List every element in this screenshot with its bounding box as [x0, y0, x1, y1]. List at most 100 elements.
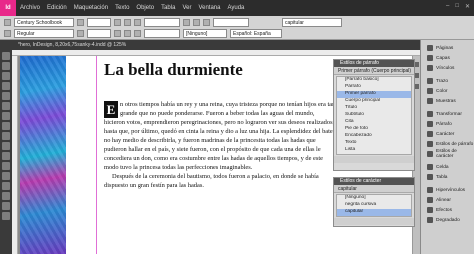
font-size-field[interactable] — [87, 18, 111, 27]
scale-field[interactable] — [213, 18, 249, 27]
align-right-icon[interactable] — [203, 19, 210, 26]
app-logo: Id — [0, 0, 16, 16]
panel-footer — [334, 156, 414, 163]
dock-item-tabla[interactable]: Tabla — [421, 172, 474, 182]
small-caps-icon[interactable] — [114, 30, 121, 37]
list-item[interactable]: [Párrafo básico] — [337, 77, 411, 84]
list-item[interactable]: Párrafo — [337, 84, 411, 91]
direct-selection-tool-icon[interactable] — [2, 62, 10, 70]
zoom-tool-icon[interactable] — [2, 212, 10, 220]
strikethrough-icon[interactable] — [124, 19, 131, 26]
pencil-tool-icon[interactable] — [2, 122, 10, 130]
type-tool-icon[interactable] — [2, 92, 10, 100]
dock-item-degradado[interactable]: Degradado — [421, 215, 474, 225]
font-style-field[interactable]: Regular — [14, 29, 74, 38]
vertical-ruler[interactable] — [12, 56, 18, 254]
free-transform-tool-icon[interactable] — [2, 162, 10, 170]
gradient-tool-icon[interactable] — [2, 172, 10, 180]
paragraph-styles-icon — [427, 141, 433, 147]
list-item[interactable]: Cita — [337, 119, 411, 126]
list-item[interactable]: Texto — [337, 140, 411, 147]
list-item[interactable]: [Ninguno] — [337, 195, 411, 202]
dock-item-paginas[interactable]: Páginas — [421, 43, 474, 53]
list-item[interactable]: Pie de foto — [337, 126, 411, 133]
rectangle-tool-icon[interactable] — [2, 142, 10, 150]
kerning-field[interactable] — [144, 29, 180, 38]
dock-item-capas[interactable]: Capas — [421, 53, 474, 63]
dock-item-efectos[interactable]: Efectos — [421, 205, 474, 215]
none-field[interactable]: [Ninguno] — [183, 29, 227, 38]
list-item[interactable]: Título — [337, 105, 411, 112]
line-tool-icon[interactable] — [2, 102, 10, 110]
dock-item-vinculos[interactable]: Vínculos — [421, 63, 474, 73]
list-item-selected[interactable]: Primer párrafo — [337, 91, 411, 98]
dock-item-trazo[interactable]: Trazo — [421, 76, 474, 86]
menu-tabla[interactable]: Tabla — [161, 5, 175, 11]
page-tool-icon[interactable] — [2, 72, 10, 80]
note-tool-icon[interactable] — [2, 182, 10, 190]
selection-tool-icon[interactable] — [2, 52, 10, 60]
close-button[interactable]: ✕ — [465, 3, 470, 10]
dock-item-muestras[interactable]: Muestras — [421, 96, 474, 106]
menu-ver[interactable]: Ver — [182, 5, 191, 11]
menu-edicion[interactable]: Edición — [47, 5, 67, 11]
minimize-button[interactable]: – — [446, 3, 449, 10]
story-text-frame[interactable]: En otros tiempos había un rey y una rein… — [104, 100, 336, 190]
leading-field[interactable] — [87, 29, 111, 38]
scissors-tool-icon[interactable] — [2, 152, 10, 160]
rectangle-frame-tool-icon[interactable] — [2, 132, 10, 140]
tracking-field[interactable] — [144, 18, 180, 27]
paragraph-styles-title[interactable]: Estilos de párrafo — [334, 60, 414, 67]
font-family-field[interactable]: Century Schoolbook — [14, 18, 74, 27]
character-style-field[interactable]: capitular — [282, 18, 342, 27]
character-styles-title[interactable]: Estilos de carácter — [334, 178, 414, 185]
menu-archivo[interactable]: Archivo — [20, 5, 40, 11]
dock-item-hipervinculos[interactable]: Hipervínculos — [421, 185, 474, 195]
paragraph-styles-list: [Párrafo básico] Párrafo Primer párrafo … — [336, 76, 412, 155]
menu-ayuda[interactable]: Ayuda — [227, 5, 244, 11]
dock-item-color[interactable]: Color — [421, 86, 474, 96]
tools-panel — [0, 50, 12, 254]
menu-objeto[interactable]: Objeto — [136, 5, 154, 11]
list-item[interactable]: Lista — [337, 147, 411, 154]
menu-bar: Archivo Edición Maquetación Texto Objeto… — [16, 0, 474, 16]
dock-item-transformar[interactable]: Transformar — [421, 109, 474, 119]
subscript-icon[interactable] — [134, 30, 141, 37]
underline-icon[interactable] — [114, 19, 121, 26]
eyedropper-tool-icon[interactable] — [2, 192, 10, 200]
all-caps-icon[interactable] — [124, 30, 131, 37]
list-item[interactable]: Cuerpo principal — [337, 98, 411, 105]
page-background-image[interactable] — [20, 56, 66, 254]
language-field[interactable]: Español: España — [230, 29, 282, 38]
document-tab[interactable]: *hero, InDesign, 8,20x6,75sanky-4.indd @… — [0, 40, 420, 50]
font-size-icon[interactable] — [77, 19, 84, 26]
character-styles-icon — [427, 151, 433, 157]
menu-ventana[interactable]: Ventana — [198, 5, 220, 11]
maximize-button[interactable]: □ — [455, 3, 459, 10]
dock-item-alinear[interactable]: Alinear — [421, 195, 474, 205]
dock-item-estilos-caracter[interactable]: Estilos de carácter — [421, 149, 474, 159]
pen-tool-icon[interactable] — [2, 112, 10, 120]
panel-footer — [334, 218, 414, 225]
menu-texto[interactable]: Texto — [115, 5, 129, 11]
right-panel-dock: Páginas Capas Vínculos Trazo Color Muest… — [420, 40, 474, 254]
list-item[interactable]: Subtítulo — [337, 112, 411, 119]
window-controls: – □ ✕ — [446, 3, 470, 10]
hand-tool-icon[interactable] — [2, 202, 10, 210]
character-mode-icon[interactable] — [4, 19, 11, 26]
superscript-icon[interactable] — [134, 19, 141, 26]
dock-item-parrafo[interactable]: Párrafo — [421, 119, 474, 129]
list-item[interactable]: negrita cursiva — [337, 202, 411, 209]
list-item-selected[interactable]: capitular — [337, 209, 411, 216]
align-left-icon[interactable] — [183, 19, 190, 26]
paragraph-mode-icon[interactable] — [4, 30, 11, 37]
align-center-icon[interactable] — [193, 19, 200, 26]
gap-tool-icon[interactable] — [2, 82, 10, 90]
dock-item-estilos-parrafo[interactable]: Estilos de párrafo — [421, 139, 474, 149]
list-item[interactable]: Encabezado — [337, 133, 411, 140]
menu-maquetacion[interactable]: Maquetación — [74, 5, 108, 11]
dock-item-caracter[interactable]: Carácter — [421, 129, 474, 139]
leading-icon[interactable] — [77, 30, 84, 37]
story-heading[interactable]: La bella durmiente — [104, 60, 243, 80]
dock-item-celda[interactable]: Celda — [421, 162, 474, 172]
